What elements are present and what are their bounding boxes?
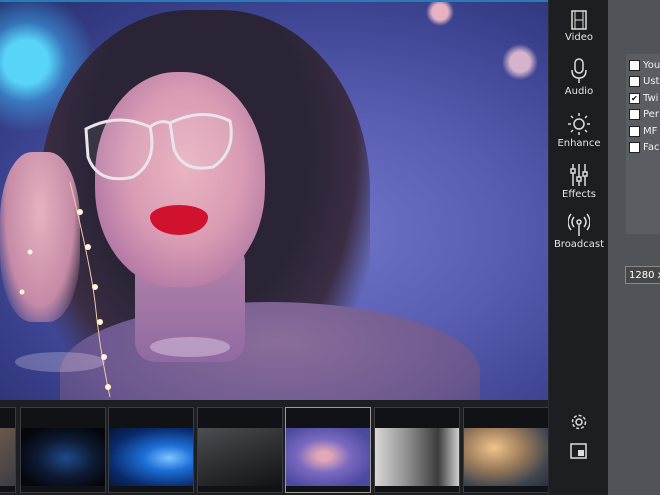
- toolbar-audio-label: Audio: [564, 86, 594, 97]
- service-row-facebook[interactable]: Fac: [629, 140, 659, 154]
- right-toolbar: Video Audio Enhance Effects Broadcast: [548, 0, 609, 495]
- service-label: Ust: [643, 75, 660, 87]
- toolbar-video-label: Video: [564, 32, 594, 43]
- thumb-desk-setup[interactable]: [463, 407, 548, 493]
- toolbar-broadcast-label: Broadcast: [553, 239, 605, 250]
- toolbar-broadcast-button[interactable]: Broadcast: [549, 213, 609, 250]
- thumbnail-image: [464, 428, 548, 486]
- thumbnail-image: [109, 428, 193, 486]
- service-label: Twi: [643, 92, 659, 104]
- service-checkbox-checked[interactable]: ✔: [629, 92, 640, 104]
- service-label: Per: [643, 108, 659, 120]
- thumbnail-image: [21, 428, 105, 486]
- thumb-woman-headphones[interactable]: [374, 407, 460, 493]
- gear-icon: [571, 414, 587, 430]
- picture-in-picture-icon: [570, 443, 587, 459]
- sliders-icon: [570, 164, 588, 186]
- thumb-windows-desktop[interactable]: [108, 407, 194, 493]
- service-label: MF: [643, 125, 658, 137]
- service-checkbox[interactable]: [629, 108, 640, 120]
- service-row-ustream[interactable]: Ust: [629, 74, 659, 88]
- toolbar-video-button[interactable]: Video: [549, 10, 609, 43]
- thumbnail-image: [198, 428, 282, 486]
- service-checkbox[interactable]: [629, 59, 640, 71]
- service-label: You: [643, 59, 660, 71]
- thumbnail-image: [375, 428, 459, 486]
- video-preview[interactable]: [0, 2, 548, 400]
- toolbar-enhance-label: Enhance: [557, 138, 601, 149]
- toolbar-effects-button[interactable]: Effects: [549, 163, 609, 200]
- thumbnail-image: [0, 428, 15, 486]
- service-row-twitch[interactable]: ✔ Twi: [629, 91, 658, 105]
- service-checkbox[interactable]: [629, 141, 640, 153]
- microphone-icon: [571, 58, 587, 83]
- preview-fairy-lights: [15, 181, 230, 398]
- resolution-select[interactable]: 1280 x: [625, 266, 660, 284]
- thumb-woman-glasses[interactable]: [285, 407, 371, 493]
- source-thumbnail-strip: [0, 401, 548, 495]
- thumb-dark-room[interactable]: [197, 407, 283, 493]
- thumbnail-image: [286, 428, 370, 486]
- toolbar-audio-button[interactable]: Audio: [549, 58, 609, 97]
- toolbar-enhance-button[interactable]: Enhance: [549, 112, 609, 149]
- broadcast-icon: [568, 213, 590, 236]
- service-row-periscope[interactable]: Per: [629, 107, 659, 121]
- service-checkbox[interactable]: [629, 75, 640, 87]
- film-icon: [571, 10, 587, 30]
- pip-button[interactable]: [569, 441, 589, 461]
- sun-icon: [568, 113, 590, 135]
- service-label: Fac: [643, 141, 660, 153]
- service-row-mfc[interactable]: MF: [629, 124, 657, 138]
- toolbar-effects-label: Effects: [562, 189, 596, 200]
- service-row-youtube[interactable]: You: [629, 58, 660, 72]
- settings-gear-button[interactable]: [569, 412, 589, 432]
- thumb-gamer-dark[interactable]: [20, 407, 106, 493]
- service-checkbox[interactable]: [629, 125, 640, 137]
- thumb-partial-left[interactable]: [0, 407, 16, 493]
